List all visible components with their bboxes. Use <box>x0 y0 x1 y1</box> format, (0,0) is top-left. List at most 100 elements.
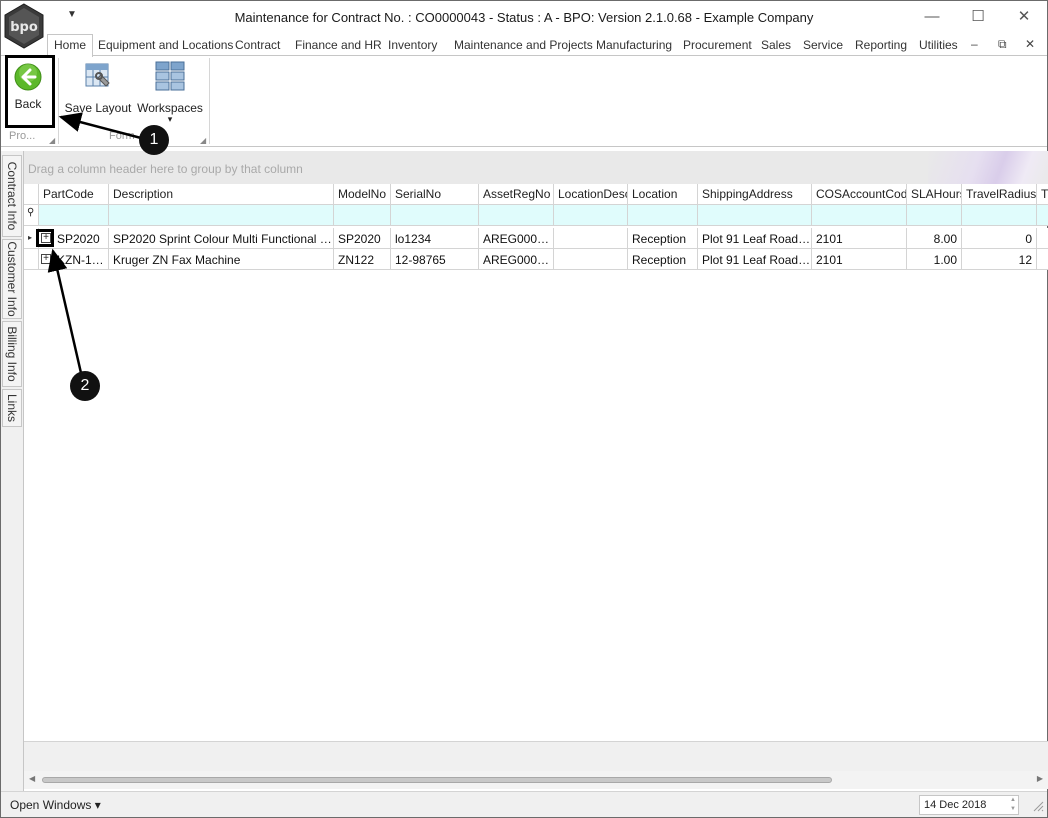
status-bar: Open Windows ▾ 14 Dec 2018 ▲ ▼ <box>1 791 1047 817</box>
side-tab-strip: Contract Info Customer Info Billing Info… <box>1 151 23 791</box>
mdi-close-button[interactable]: ✕ <box>1025 37 1035 51</box>
filter-icon: ⚲ <box>24 205 39 225</box>
cell-modelno[interactable]: ZN122 <box>334 249 391 269</box>
tab-finance-and-hr[interactable]: Finance and HR <box>295 38 382 52</box>
close-button[interactable]: ✕ <box>1001 5 1047 29</box>
tab-utilities[interactable]: Utilities <box>919 38 958 52</box>
title-bar: bpo ▼ Maintenance for Contract No. : CO0… <box>1 1 1047 49</box>
filter-cell-locationdesc[interactable] <box>554 205 628 225</box>
workspaces-icon <box>155 61 185 91</box>
cell-description[interactable]: SP2020 Sprint Colour Multi Functional Co… <box>109 228 334 248</box>
filter-cell-partcode[interactable] <box>39 205 109 225</box>
date-field[interactable]: 14 Dec 2018 ▲ ▼ <box>919 795 1019 815</box>
cell-modelno[interactable]: SP2020 <box>334 228 391 248</box>
column-header-modelno[interactable]: ModelNo <box>334 184 391 205</box>
side-tab-label: Contract Info <box>5 161 19 231</box>
maximize-button[interactable]: ☐ <box>955 5 1001 29</box>
cell-serialno[interactable]: lo1234 <box>391 228 479 248</box>
filter-cell-description[interactable] <box>109 205 334 225</box>
column-header-partcode[interactable]: PartCode <box>39 184 109 205</box>
ribbon-group-label-format: Form <box>109 130 135 142</box>
cell-locationdesc[interactable] <box>554 249 628 269</box>
table-row[interactable]: KZN-12... + Kruger ZN Fax Machine ZN122 … <box>24 249 1048 270</box>
horizontal-scrollbar[interactable]: ◀ ▶ <box>24 771 1048 789</box>
tab-equipment-and-locations[interactable]: Equipment and Locations <box>98 38 233 52</box>
workspaces-button[interactable]: Workspaces ▾ <box>137 60 203 124</box>
save-layout-button[interactable]: Save Layout <box>63 60 133 115</box>
cell-serialno[interactable]: 12-98765 <box>391 249 479 269</box>
tab-home[interactable]: Home <box>47 34 94 57</box>
cell-slahours[interactable]: 1.00 <box>907 249 962 269</box>
column-header-serialno[interactable]: SerialNo <box>391 184 479 205</box>
scrollbar-thumb[interactable] <box>42 777 832 783</box>
side-tab-billing-info[interactable]: Billing Info <box>2 321 22 387</box>
scroll-right-icon[interactable]: ▶ <box>1037 774 1043 783</box>
filter-cell-cosaccountcode[interactable] <box>812 205 907 225</box>
tab-procurement[interactable]: Procurement <box>683 38 752 52</box>
save-layout-label: Save Layout <box>64 101 132 115</box>
auto-filter-row: ⚲ <box>24 205 1048 226</box>
filter-cell-shippingaddress[interactable] <box>698 205 812 225</box>
cell-location[interactable]: Reception <box>628 249 698 269</box>
side-tab-contract-info[interactable]: Contract Info <box>2 155 22 237</box>
column-header-cosaccountcode[interactable]: COSAccountCode <box>812 184 907 205</box>
cell-locationdesc[interactable] <box>554 228 628 248</box>
side-tab-label: Billing Info <box>5 326 19 382</box>
table-row[interactable]: ▸ SP2020 + SP2020 Sprint Colour Multi Fu… <box>24 228 1048 249</box>
spin-up-icon[interactable]: ▲ <box>1010 797 1016 803</box>
mdi-restore-button[interactable]: ⧉ <box>998 37 1007 52</box>
mdi-minimize-button[interactable]: – <box>971 37 978 51</box>
column-header-travelradius[interactable]: TravelRadius <box>962 184 1037 205</box>
column-header-location[interactable]: Location <box>628 184 698 205</box>
cell-description[interactable]: Kruger ZN Fax Machine <box>109 249 334 269</box>
cell-assetregno[interactable]: AREG000169 <box>479 228 554 248</box>
filter-cell-travelradius[interactable] <box>962 205 1037 225</box>
cell-slahours[interactable]: 8.00 <box>907 228 962 248</box>
tab-maintenance-and-projects[interactable]: Maintenance and Projects <box>454 38 593 52</box>
column-header-slahours[interactable]: SLAHours <box>907 184 962 205</box>
column-header-description[interactable]: Description <box>109 184 334 205</box>
group-launcher-icon[interactable]: ◢ <box>200 136 206 145</box>
expand-row-icon[interactable]: + <box>41 254 51 264</box>
group-launcher-icon[interactable]: ◢ <box>49 136 55 145</box>
window-title: Maintenance for Contract No. : CO0000043… <box>234 10 814 25</box>
tab-inventory[interactable]: Inventory <box>388 38 437 52</box>
cell-shippingaddress[interactable]: Plot 91 Leaf Road, ... <box>698 249 812 269</box>
tab-contract[interactable]: Contract <box>235 38 280 52</box>
filter-cell-location[interactable] <box>628 205 698 225</box>
cell-cosaccountcode[interactable]: 2101 <box>812 249 907 269</box>
cell-location[interactable]: Reception <box>628 228 698 248</box>
filter-cell-modelno[interactable] <box>334 205 391 225</box>
tab-service[interactable]: Service <box>803 38 843 52</box>
group-by-panel[interactable]: Drag a column header here to group by th… <box>24 151 1048 184</box>
cell-travelradius[interactable]: 12 <box>962 249 1037 269</box>
filter-cell-slahours[interactable] <box>907 205 962 225</box>
column-header-truncated[interactable]: T <box>1037 184 1048 205</box>
tab-reporting[interactable]: Reporting <box>855 38 907 52</box>
column-header-shippingaddress[interactable]: ShippingAddress <box>698 184 812 205</box>
column-header-locationdesc[interactable]: LocationDesc <box>554 184 628 205</box>
date-value: 14 Dec 2018 <box>924 799 987 811</box>
side-tab-label: Customer Info <box>5 241 19 317</box>
ribbon-separator <box>58 58 59 144</box>
cell-cosaccountcode[interactable]: 2101 <box>812 228 907 248</box>
tab-manufacturing[interactable]: Manufacturing <box>596 38 672 52</box>
scroll-left-icon[interactable]: ◀ <box>29 774 35 783</box>
side-tab-links[interactable]: Links <box>2 389 22 427</box>
filter-cell-serialno[interactable] <box>391 205 479 225</box>
tab-sales[interactable]: Sales <box>761 38 791 52</box>
cell-assetregno[interactable]: AREG000061 <box>479 249 554 269</box>
spin-down-icon[interactable]: ▼ <box>1010 806 1016 812</box>
column-header-assetregno[interactable]: AssetRegNo <box>479 184 554 205</box>
minimize-button[interactable]: — <box>909 5 955 29</box>
resize-grip-icon[interactable] <box>1032 800 1044 812</box>
filter-cell-assetregno[interactable] <box>479 205 554 225</box>
side-tab-customer-info[interactable]: Customer Info <box>2 239 22 319</box>
cell-shippingaddress[interactable]: Plot 91 Leaf Road, ... <box>698 228 812 248</box>
cell-travelradius[interactable]: 0 <box>962 228 1037 248</box>
open-windows-button[interactable]: Open Windows ▾ <box>10 798 101 812</box>
workspaces-dropdown-icon: ▾ <box>167 114 173 124</box>
grid-footer <box>24 741 1048 771</box>
bpo-logo[interactable]: bpo <box>3 3 45 49</box>
equipment-grid: Drag a column header here to group by th… <box>23 151 1048 791</box>
